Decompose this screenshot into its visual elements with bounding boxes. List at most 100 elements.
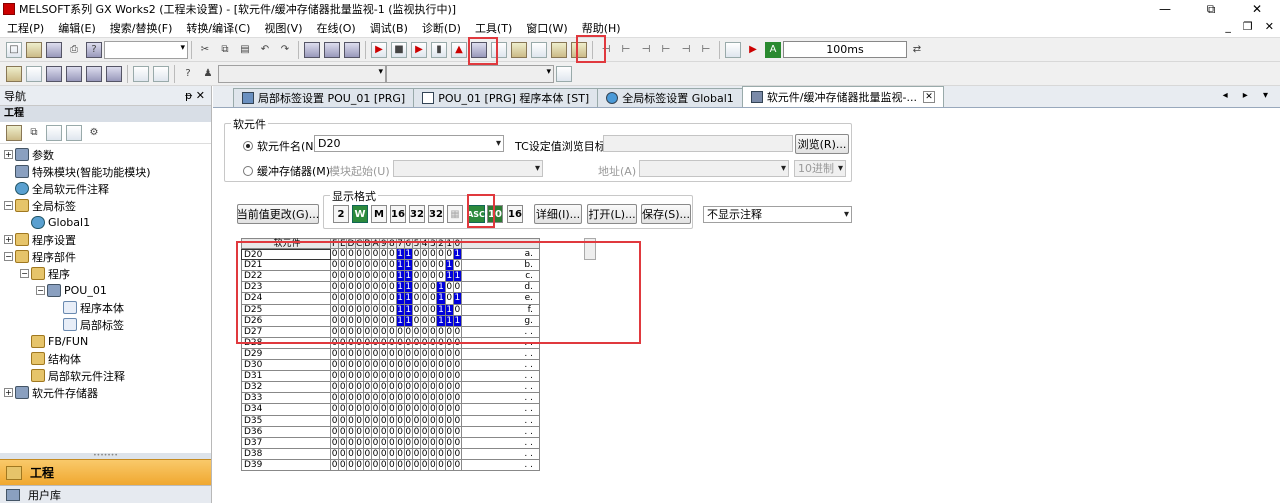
grid-bit-cell[interactable]: 0 — [339, 415, 348, 427]
grid-bit-cell[interactable]: 0 — [388, 315, 397, 327]
grid-bit-cell[interactable]: 0 — [363, 437, 372, 449]
tab-device-batch-monitor[interactable]: 软元件/缓冲存储器批量监视-... ✕ — [741, 86, 944, 107]
grid-bit-cell[interactable]: 0 — [380, 371, 389, 383]
table-row[interactable]: D21 0 0 0 0 0 0 0 0 1 1 0 0 0 0 1 0 b. — [241, 260, 540, 272]
table-row[interactable]: D27 0 0 0 0 0 0 0 0 0 0 0 0 0 0 0 0. . — [241, 326, 540, 338]
grid-bit-cell[interactable]: 0 — [421, 415, 430, 427]
grid-bit-cell[interactable]: 0 — [412, 260, 422, 272]
grid-bit-cell[interactable]: 0 — [380, 348, 389, 361]
grid-bit-cell[interactable]: 0 — [363, 271, 372, 283]
grid-bit-cell[interactable]: 0 — [437, 271, 446, 283]
grid-bit-cell[interactable]: 0 — [363, 404, 372, 416]
grid-bit-cell[interactable]: 0 — [355, 393, 364, 405]
ladder-icon-5[interactable]: ⊣ — [678, 42, 694, 58]
grid-bit-cell[interactable]: 1 — [404, 315, 413, 327]
grid-bit-cell[interactable]: 0 — [347, 437, 356, 449]
grid-bit-cell[interactable]: 0 — [355, 249, 364, 261]
monitor-start-icon[interactable]: ▶ — [371, 41, 387, 58]
grid-bit-cell[interactable]: 0 — [404, 393, 413, 405]
grid-bit-cell[interactable]: 0 — [412, 326, 422, 338]
grid-bit-cell[interactable]: 0 — [339, 282, 348, 294]
grid-bit-cell[interactable]: 0 — [404, 348, 413, 361]
grid-bit-cell[interactable]: 0 — [339, 426, 348, 438]
tree-item[interactable]: FB/FUN — [0, 333, 211, 350]
doc-icon[interactable] — [556, 65, 572, 82]
grid-bit-cell[interactable]: 0 — [371, 437, 381, 449]
grid-device-cell[interactable]: D26 — [241, 315, 331, 327]
grid-bit-cell[interactable]: 0 — [445, 360, 454, 372]
grid-bit-cell[interactable]: 0 — [363, 448, 372, 460]
grid-bit-cell[interactable]: 0 — [429, 437, 438, 449]
grid-bit-cell[interactable]: 0 — [388, 249, 397, 261]
minimize-button[interactable]: — — [1142, 0, 1188, 18]
grid-bit-cell[interactable]: 0 — [396, 371, 405, 383]
grid-bit-cell[interactable]: 0 — [331, 415, 340, 427]
grid-device-cell[interactable]: D36 — [241, 426, 331, 438]
grid-bit-cell[interactable]: 0 — [453, 382, 462, 394]
grid-bit-cell[interactable]: 0 — [388, 282, 397, 294]
grid-bit-cell[interactable]: 0 — [429, 426, 438, 438]
grid-bit-cell[interactable]: 0 — [331, 360, 340, 372]
tree-item[interactable]: + 程序设置 — [0, 231, 211, 248]
grid-bit-cell[interactable]: 0 — [380, 393, 389, 405]
grid-bit-cell[interactable]: 0 — [412, 459, 422, 471]
tree-item[interactable]: Global1 — [0, 214, 211, 231]
format-multiword-button[interactable]: M — [371, 205, 387, 223]
undo-icon[interactable]: ↶ — [257, 42, 273, 58]
grid-bit-cell[interactable]: 0 — [429, 282, 438, 294]
grid-bit-cell[interactable]: 0 — [355, 337, 364, 349]
grid-bit-cell[interactable]: 0 — [339, 304, 348, 316]
table-row[interactable]: D23 0 0 0 0 0 0 0 0 1 1 0 0 0 1 0 0 d. — [241, 282, 540, 294]
grid-bit-cell[interactable]: 0 — [355, 437, 364, 449]
binoculars-icon[interactable]: ♟ — [200, 66, 216, 82]
grid-bit-cell[interactable]: 0 — [396, 348, 405, 361]
cut-icon[interactable]: ✂ — [197, 42, 213, 58]
help-icon[interactable]: ? — [86, 41, 102, 58]
grid-bit-cell[interactable]: 0 — [421, 393, 430, 405]
grid-bit-cell[interactable]: 1 — [437, 315, 446, 327]
grid-bit-cell[interactable]: 0 — [371, 371, 381, 383]
grid-bit-cell[interactable]: 0 — [404, 459, 413, 471]
grid-bit-cell[interactable]: 1 — [396, 293, 405, 305]
ladder-icon-2[interactable]: ⊢ — [618, 42, 634, 58]
change-current-value-button[interactable]: 当前值更改(G)... — [237, 204, 319, 224]
table-row[interactable]: D35 0 0 0 0 0 0 0 0 0 0 0 0 0 0 0 0. . — [241, 415, 540, 427]
expand-toggle-icon[interactable]: − — [36, 286, 45, 295]
tab-global-label-settings[interactable]: 全局标签设置 Global1 — [597, 88, 743, 107]
grid-bit-cell[interactable]: 0 — [339, 382, 348, 394]
grid-device-cell[interactable]: D37 — [241, 437, 331, 449]
grid-bit-cell[interactable]: 0 — [380, 282, 389, 294]
grid-bit-cell[interactable]: 0 — [363, 337, 372, 349]
grid-bit-cell[interactable]: 0 — [445, 448, 454, 460]
nav-footer-library[interactable]: 用户库 — [0, 485, 211, 503]
grid-bit-cell[interactable]: 0 — [453, 459, 462, 471]
grid-bit-cell[interactable]: 0 — [380, 437, 389, 449]
mdi-close-button[interactable]: ✕ — [1265, 20, 1274, 33]
monitor-all-icon[interactable]: ▶ — [411, 41, 427, 58]
grid-bit-cell[interactable]: 0 — [339, 271, 348, 283]
grid-bit-cell[interactable]: 1 — [404, 304, 413, 316]
grid-bit-cell[interactable]: 0 — [429, 404, 438, 416]
format-hex-button[interactable]: 16 — [507, 205, 523, 223]
expand-toggle-icon[interactable]: + — [4, 235, 13, 244]
grid-bit-cell[interactable]: 0 — [339, 337, 348, 349]
grid-bit-cell[interactable]: 0 — [445, 415, 454, 427]
grid-bit-cell[interactable]: 0 — [371, 404, 381, 416]
expand-toggle-icon[interactable]: + — [4, 388, 13, 397]
grid-bit-cell[interactable]: 0 — [371, 415, 381, 427]
grid-bit-cell[interactable]: 0 — [380, 360, 389, 372]
grid-bit-cell[interactable]: 0 — [380, 337, 389, 349]
ladder-icon-1[interactable]: ⊣ — [598, 42, 614, 58]
format-word-button[interactable]: W — [352, 205, 368, 223]
grid-bit-cell[interactable]: 0 — [355, 315, 364, 327]
grid-bit-cell[interactable]: 0 — [363, 393, 372, 405]
toolbar-combo[interactable] — [104, 40, 188, 59]
grid-bit-cell[interactable]: 0 — [396, 404, 405, 416]
grid-bit-cell[interactable]: 0 — [339, 326, 348, 338]
menu-convert[interactable]: 转换/编译(C) — [179, 20, 257, 36]
grid-bit-cell[interactable]: 0 — [388, 404, 397, 416]
tab-scroll-controls[interactable]: ◂ ▸ ▾ — [1223, 90, 1274, 101]
grid-bit-cell[interactable]: 0 — [380, 260, 389, 272]
grid-bit-cell[interactable]: 1 — [396, 249, 405, 261]
grid-bit-cell[interactable]: 0 — [347, 415, 356, 427]
